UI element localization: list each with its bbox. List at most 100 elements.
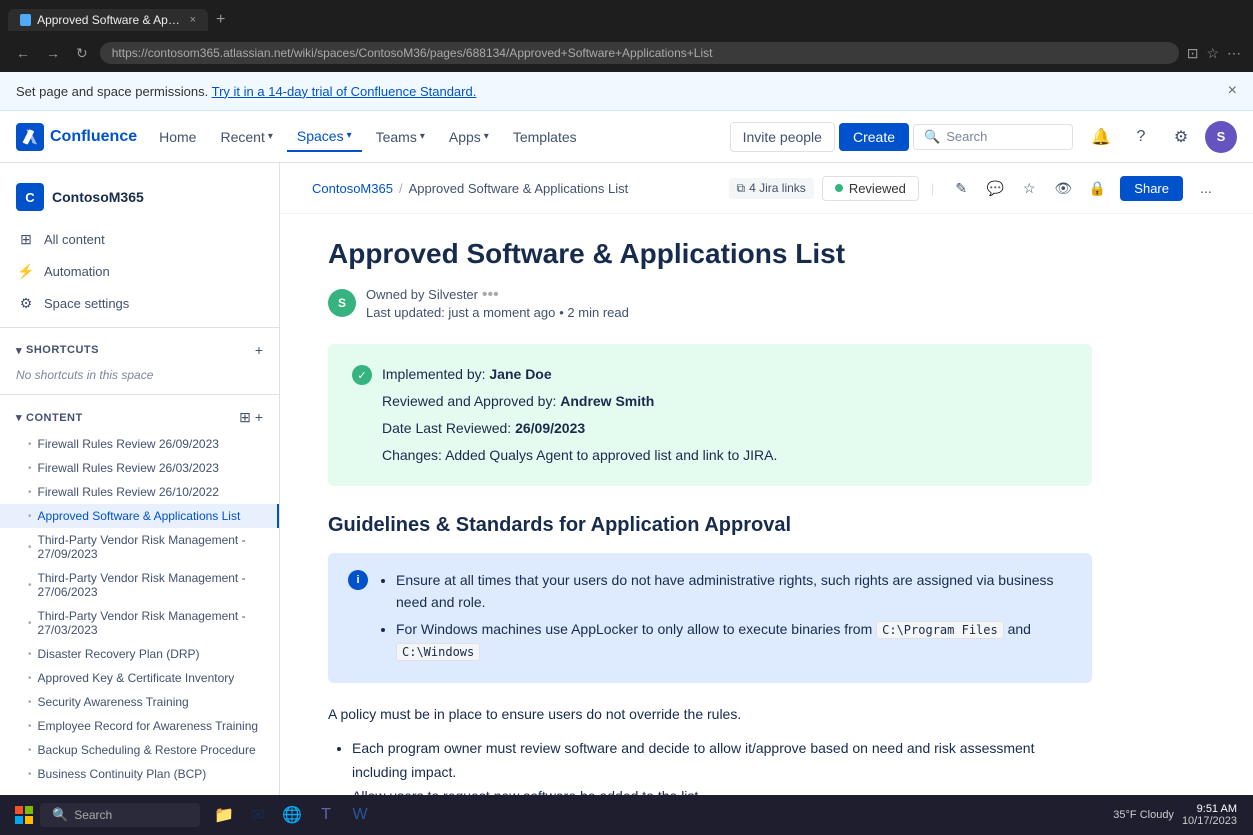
content-filter-button[interactable]: ⊞ <box>239 409 251 426</box>
sidebar-page-employee-record[interactable]: Employee Record for Awareness Training <box>0 714 279 738</box>
sidebar: C ContosoM365 ⊞ All content ⚡ Automation… <box>0 163 280 834</box>
nav-apps[interactable]: Apps ▾ <box>439 123 499 151</box>
sidebar-page-firewall-1[interactable]: Firewall Rules Review 26/09/2023 <box>0 432 279 456</box>
watch-button[interactable]: 👁 <box>1048 173 1078 203</box>
address-bar[interactable] <box>100 42 1179 64</box>
info-box-details: Reviewed and Approved by: Andrew Smith D… <box>352 391 1068 466</box>
status-label: Reviewed <box>849 181 906 196</box>
shortcuts-chevron: ▾ <box>16 344 22 357</box>
nav-teams[interactable]: Teams ▾ <box>366 123 435 151</box>
restrict-button[interactable]: 🔒 <box>1082 173 1112 203</box>
logo-text: Confluence <box>50 128 137 146</box>
taskbar-teams-icon[interactable]: T <box>310 799 342 831</box>
date-reviewed: 26/09/2023 <box>515 420 585 436</box>
sidebar-page-backup[interactable]: Backup Scheduling & Restore Procedure <box>0 738 279 762</box>
sidebar-space-header[interactable]: C ContosoM365 <box>0 175 279 223</box>
taskbar-mail-icon[interactable]: ✉ <box>242 799 274 831</box>
sidebar-page-cert-inventory[interactable]: Approved Key & Certificate Inventory <box>0 666 279 690</box>
taskbar-explorer-icon[interactable]: 📁 <box>208 799 240 831</box>
sidebar-page-bcp[interactable]: Business Continuity Plan (BCP) <box>0 762 279 786</box>
content-title[interactable]: ▾ CONTENT <box>16 411 83 424</box>
sidebar-all-content[interactable]: ⊞ All content <box>0 223 279 255</box>
sidebar-automation[interactable]: ⚡ Automation <box>0 255 279 287</box>
search-box[interactable]: 🔍 Search <box>913 124 1073 150</box>
share-button[interactable]: Share <box>1120 176 1183 201</box>
apps-chevron: ▾ <box>484 131 489 142</box>
browser-settings-icon[interactable]: ⋯ <box>1227 45 1241 62</box>
code-program-files: C:\Program Files <box>876 621 1004 639</box>
breadcrumb-space-link[interactable]: ContosoM365 <box>312 181 393 196</box>
check-icon: ✓ <box>352 365 372 385</box>
page-content: Approved Software & Applications List S … <box>280 214 1140 834</box>
clock-time: 9:51 AM <box>1182 803 1237 815</box>
notifications-button[interactable]: 🔔 <box>1085 121 1117 153</box>
page-title: Approved Software & Applications List <box>328 238 1092 270</box>
page-meta: S Owned by Silvester ••• Last updated: j… <box>328 286 1092 320</box>
content-add-button[interactable]: + <box>255 409 263 426</box>
user-avatar[interactable]: S <box>1205 121 1237 153</box>
date-reviewed-row: Date Last Reviewed: 26/09/2023 <box>382 418 1068 439</box>
confluence-logo[interactable]: Confluence <box>16 123 137 151</box>
taskbar-search[interactable]: 🔍 Search <box>40 803 200 827</box>
back-button[interactable]: ← <box>12 43 34 63</box>
new-tab-button[interactable]: + <box>208 7 233 33</box>
sidebar-page-vendor-3[interactable]: Third-Party Vendor Risk Management - 27/… <box>0 604 279 642</box>
system-tray: 35°F Cloudy 9:51 AM 10/17/2023 <box>1105 803 1245 827</box>
banner-link[interactable]: Try it in a 14-day trial of Confluence S… <box>212 84 477 99</box>
meta-info: Owned by Silvester ••• Last updated: jus… <box>366 286 629 320</box>
content-area: ContosoM365 / Approved Software & Applic… <box>280 163 1253 834</box>
edit-button[interactable]: ✎ <box>946 173 976 203</box>
author-avatar: S <box>328 289 356 317</box>
help-button[interactable]: ? <box>1125 121 1157 153</box>
reload-button[interactable]: ↻ <box>72 43 92 64</box>
banner-text: Set page and space permissions. <box>16 84 208 99</box>
shortcuts-add-button[interactable]: + <box>255 342 263 358</box>
start-button[interactable] <box>8 799 40 831</box>
sidebar-page-vendor-2[interactable]: Third-Party Vendor Risk Management - 27/… <box>0 566 279 604</box>
changes-text: Added Qualys Agent to approved list and … <box>445 447 777 463</box>
info-box: ✓ Implemented by: Jane Doe Reviewed and … <box>328 344 1092 486</box>
info-bullet-list: Ensure at all times that your users do n… <box>378 569 1072 663</box>
sidebar-space-settings[interactable]: ⚙ Space settings <box>0 287 279 319</box>
changes-row: Changes: Added Qualys Agent to approved … <box>382 445 1068 466</box>
more-actions-button[interactable]: ... <box>1191 173 1221 203</box>
breadcrumb: ContosoM365 / Approved Software & Applic… <box>280 163 1253 214</box>
sidebar-page-drp[interactable]: Disaster Recovery Plan (DRP) <box>0 642 279 666</box>
nav-recent[interactable]: Recent ▾ <box>210 123 282 151</box>
status-dot <box>835 184 843 192</box>
sidebar-page-firewall-3[interactable]: Firewall Rules Review 26/10/2022 <box>0 480 279 504</box>
jira-links-badge[interactable]: ⧉ 4 Jira links <box>729 178 814 199</box>
taskbar-word-icon[interactable]: W <box>344 799 376 831</box>
browser-extension-icon[interactable]: ⊡ <box>1187 45 1199 62</box>
nav-home[interactable]: Home <box>149 123 206 151</box>
sidebar-page-approved-software[interactable]: Approved Software & Applications List <box>0 504 279 528</box>
nav-spaces[interactable]: Spaces ▾ <box>287 122 362 152</box>
invite-people-button[interactable]: Invite people <box>730 122 835 152</box>
sidebar-page-security-training[interactable]: Security Awareness Training <box>0 690 279 714</box>
tab-close-button[interactable]: × <box>190 14 196 26</box>
page-status-badge[interactable]: Reviewed <box>822 176 919 201</box>
navigation-bar: Confluence Home Recent ▾ Spaces ▾ Teams … <box>0 111 1253 163</box>
sidebar-page-vendor-1[interactable]: Third-Party Vendor Risk Management - 27/… <box>0 528 279 566</box>
taskbar-edge-icon[interactable]: 🌐 <box>276 799 308 831</box>
create-button[interactable]: Create <box>839 123 909 151</box>
breadcrumb-separator: / <box>399 181 403 196</box>
clock-date: 10/17/2023 <box>1182 815 1237 827</box>
comment-button[interactable]: 💬 <box>980 173 1010 203</box>
page-action-icons: ✎ 💬 ☆ 👁 🔒 <box>946 173 1112 203</box>
info-banner: Set page and space permissions. Try it i… <box>0 72 1253 111</box>
list-item-1: Each program owner must review software … <box>352 737 1092 785</box>
forward-button[interactable]: → <box>42 43 64 63</box>
author-dots[interactable]: ••• <box>482 286 499 303</box>
star-button[interactable]: ☆ <box>1014 173 1044 203</box>
settings-icon: ⚙ <box>16 293 36 313</box>
content-actions: ⊞ + <box>239 409 263 426</box>
shortcuts-title[interactable]: ▾ SHORTCUTS <box>16 344 99 357</box>
banner-close-button[interactable]: × <box>1228 82 1237 100</box>
policy-text: A policy must be in place to ensure user… <box>328 703 1092 725</box>
settings-button[interactable]: ⚙ <box>1165 121 1197 153</box>
nav-templates[interactable]: Templates <box>503 123 587 151</box>
browser-active-tab[interactable]: Approved Software & Applic... × <box>8 9 208 31</box>
browser-favorites-icon[interactable]: ☆ <box>1206 45 1219 62</box>
sidebar-page-firewall-2[interactable]: Firewall Rules Review 26/03/2023 <box>0 456 279 480</box>
